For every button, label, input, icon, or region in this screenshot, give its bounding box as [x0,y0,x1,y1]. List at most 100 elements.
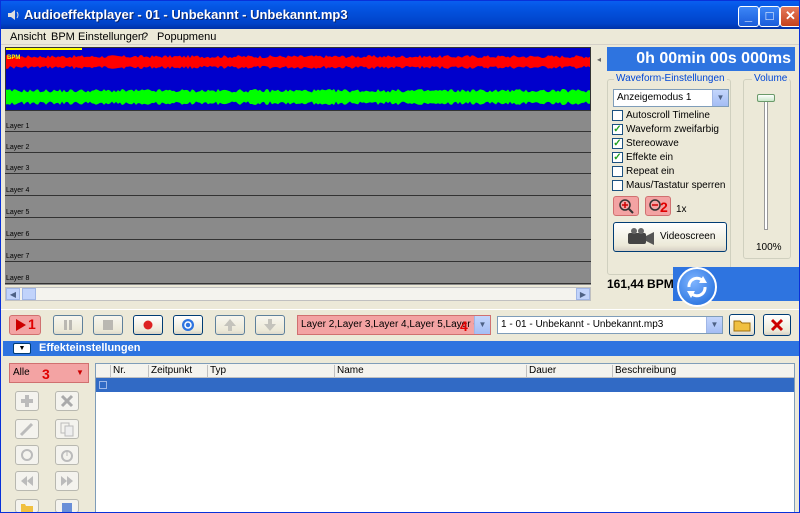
zoom-in-icon [619,199,634,214]
collapse-effects-icon[interactable]: ▼ [13,343,31,354]
stereowave-checkbox[interactable]: ✓ Stereowave [612,138,679,151]
edit-effect-button[interactable] [15,419,39,439]
scroll-thumb[interactable] [22,288,36,300]
loop-icon [182,319,194,331]
panel-collapse-icon[interactable]: ◂ [597,55,603,64]
stop-button[interactable] [93,315,123,335]
layer-row[interactable]: Layer 2 [5,132,591,153]
menu-popupmenu[interactable]: Popupmenu [157,31,216,43]
layer-row[interactable]: Layer 1 [5,111,591,132]
videoscreen-button[interactable]: Videoscreen [613,222,727,252]
move-down-button[interactable] [255,315,285,335]
layer-row[interactable]: Layer 5 [5,197,591,218]
maximize-button[interactable]: □ [759,6,780,27]
timeline-scrollbar[interactable]: ◀ ▶ [5,287,591,301]
red-waveform [6,55,590,69]
move-up-button[interactable] [215,315,245,335]
file-select[interactable]: 1 - 01 - Unbekannt - Unbekannt.mp3 ▼ [497,316,723,334]
rewind-button[interactable] [15,471,39,491]
checkbox-box[interactable]: ✓ [612,152,623,163]
checkbox-box[interactable] [612,110,623,121]
bpm-label: BPM [7,55,21,61]
refresh-icon [687,276,707,298]
waveform-display[interactable]: BPM [5,47,591,111]
stop-icon [103,320,113,330]
fast-forward-button[interactable] [55,471,79,491]
chevron-down-icon[interactable]: ▼ [72,364,88,382]
scroll-left-arrow-icon[interactable]: ◀ [6,288,20,300]
transport-toolbar: 1 Layer 2,Layer 3,Layer 4,Layer 5,Layer … [1,309,799,339]
autoscroll-checkbox[interactable]: Autoscroll Timeline [612,110,710,123]
layer-row[interactable]: Layer 8 [5,263,591,284]
repeat-checkbox[interactable]: Repeat ein [612,166,674,179]
chevron-down-icon[interactable]: ▼ [712,90,728,106]
remove-file-button[interactable] [763,314,791,336]
annotation-marker-2: 2 [660,199,668,215]
menu-ansicht[interactable]: Ansicht [10,31,46,43]
display-mode-select[interactable]: Anzeigemodus 1 ▼ [613,89,729,107]
pause-button[interactable] [53,315,83,335]
refresh-bpm-button[interactable] [677,267,717,307]
menu-help[interactable]: ? [142,31,148,43]
table-row[interactable] [96,378,794,392]
effects-table[interactable]: Nr. Zeitpunkt Typ Name Dauer Beschreibun… [95,363,795,512]
checkbox-box[interactable]: ✓ [612,138,623,149]
effects-on-checkbox[interactable]: ✓ Effekte ein [612,152,673,165]
chevron-down-icon[interactable]: ▼ [706,317,722,333]
checkbox-box[interactable]: ✓ [612,124,623,135]
effects-title: Effekteinstellungen [39,342,141,354]
open-effects-button[interactable] [15,499,39,512]
volume-slider-thumb[interactable] [757,94,775,102]
rewind-icon [21,476,33,486]
layer-area[interactable]: Layer 1 Layer 2 Layer 3 Layer 4 Layer 5 … [5,111,591,285]
pencil-icon [19,422,34,437]
timer-effect-button[interactable] [55,445,79,465]
annotation-marker-3: 3 [42,366,50,382]
loop-button[interactable] [173,315,203,335]
checkbox-box[interactable] [612,180,623,191]
column-header-nr[interactable]: Nr. [110,365,148,378]
column-header-zeitpunkt[interactable]: Zeitpunkt [148,365,207,378]
volume-track[interactable] [764,94,768,230]
row-selector[interactable] [99,381,107,389]
position-marker [6,48,82,50]
title-bar[interactable]: Audioeffektplayer - 01 - Unbekannt - Unb… [1,1,799,29]
right-panel: ◂ 0h 00min 00s 000ms Waveform-Einstellun… [595,47,799,307]
effect-filter-select[interactable]: Alle 3 ▼ [9,363,89,383]
checkbox-box[interactable] [612,166,623,177]
open-file-button[interactable] [729,314,755,336]
menu-einstellungen[interactable]: Einstellungen [78,31,144,43]
refresh-effect-button[interactable] [15,445,39,465]
record-button[interactable] [133,315,163,335]
layer-row[interactable]: Layer 6 [5,219,591,240]
minimize-button[interactable]: _ [738,6,759,27]
column-header-name[interactable]: Name [334,365,526,378]
play-button[interactable]: 1 [9,315,41,335]
zoom-in-button[interactable] [613,196,639,216]
copy-effect-button[interactable] [55,419,79,439]
zoom-level: 1x [676,204,687,215]
layer-row[interactable]: Layer 3 [5,153,591,174]
checkbox-label: Stereowave [626,138,679,150]
arrow-up-icon [224,319,236,331]
layer-row[interactable]: Layer 7 [5,241,591,262]
column-header-dauer[interactable]: Dauer [526,365,612,378]
add-effect-button[interactable] [15,391,39,411]
checkbox-label: Effekte ein [626,152,674,164]
lock-input-checkbox[interactable]: Maus/Tastatur sperren [612,180,726,193]
effects-header[interactable]: ▼ Effekteinstellungen [3,341,799,356]
twocolor-checkbox[interactable]: ✓ Waveform zweifarbig [612,124,719,137]
menu-bpm[interactable]: BPM [51,31,75,43]
close-button[interactable]: ✕ [780,6,799,27]
save-effects-button[interactable] [55,499,79,512]
delete-effect-button[interactable] [55,391,79,411]
chevron-down-icon[interactable]: ▼ [474,316,490,334]
layer-row[interactable]: Layer 4 [5,175,591,196]
effects-sidebar: Alle 3 ▼ [1,357,93,512]
layer-select[interactable]: Layer 2,Layer 3,Layer 4,Layer 5,Layer 6,… [297,315,491,335]
fast-forward-icon [61,476,73,486]
column-header-beschreibung[interactable]: Beschreibung [612,365,794,378]
column-header-typ[interactable]: Typ [207,365,334,378]
bpm-value: 161,44 BPM [607,277,674,291]
scroll-right-arrow-icon[interactable]: ▶ [576,288,590,300]
